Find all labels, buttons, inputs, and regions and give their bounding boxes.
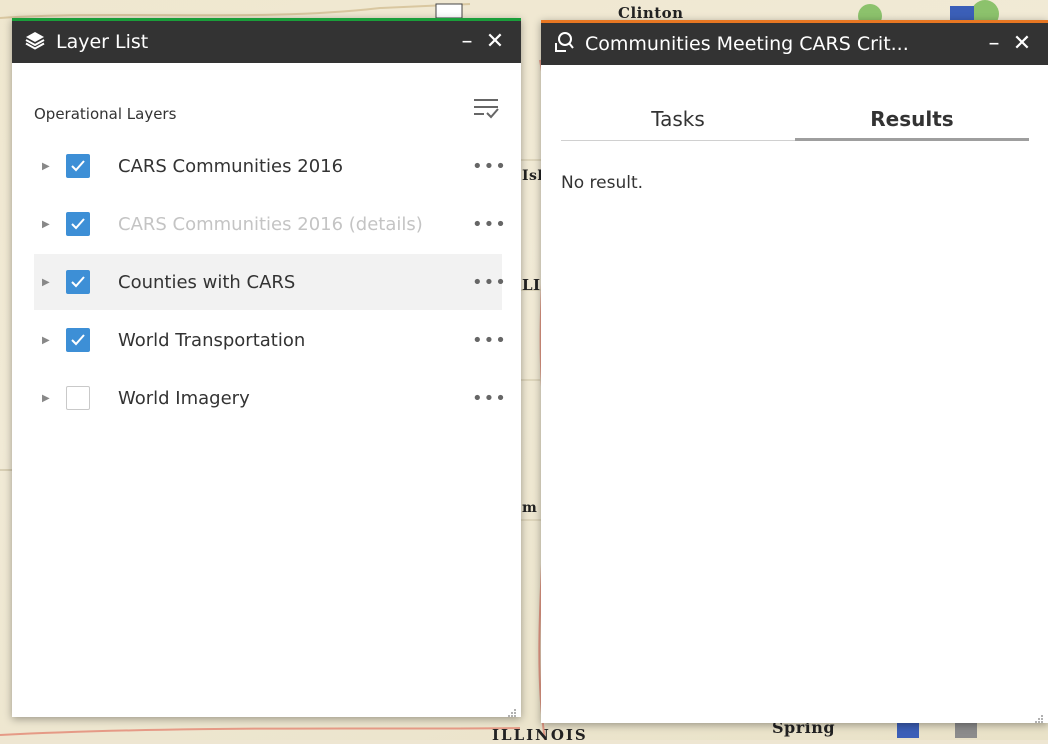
more-options-icon[interactable]: ••• [472, 388, 506, 409]
map-label-m: m [522, 500, 538, 516]
check-icon [71, 334, 85, 346]
layer-list-header[interactable]: Layer List – ✕ [12, 21, 521, 63]
expand-caret-icon[interactable]: ▶ [42, 219, 56, 230]
more-options-icon[interactable]: ••• [472, 272, 506, 293]
more-options-icon[interactable]: ••• [472, 330, 506, 351]
no-result-message: No result. [561, 173, 644, 193]
map-label-illinois: ILLINOIS [492, 726, 588, 744]
layer-checkbox[interactable] [66, 386, 90, 410]
layer-checkbox[interactable] [66, 328, 90, 352]
layer-label: World Transportation [118, 329, 306, 351]
close-button[interactable]: ✕ [1008, 33, 1036, 55]
more-options-icon[interactable]: ••• [472, 156, 506, 177]
query-icon [553, 31, 575, 57]
expand-caret-icon[interactable]: ▶ [42, 393, 56, 404]
check-icon [71, 160, 85, 172]
layer-label: CARS Communities 2016 (details) [118, 213, 423, 235]
layer-row[interactable]: ▶ Counties with CARS ••• [34, 254, 506, 310]
map-label-li: LI [522, 276, 541, 294]
resize-handle-icon[interactable] [507, 703, 517, 717]
minimize-button[interactable]: – [453, 31, 481, 53]
layer-row[interactable]: ▶ CARS Communities 2016 ••• [34, 138, 506, 194]
layer-list-panel: Layer List – ✕ Operational Layers ▶ CARS… [12, 18, 521, 717]
tab-tasks[interactable]: Tasks [561, 99, 795, 141]
query-header[interactable]: Communities Meeting CARS Crit... – ✕ [541, 23, 1048, 65]
layer-list-title: Layer List [56, 31, 149, 53]
check-icon [71, 218, 85, 230]
layers-icon [24, 30, 46, 54]
layer-row[interactable]: ▶ World Imagery ••• [34, 370, 506, 426]
layer-row[interactable]: ▶ World Transportation ••• [34, 312, 506, 368]
layer-label: Counties with CARS [118, 271, 296, 293]
expand-caret-icon[interactable]: ▶ [42, 277, 56, 288]
layer-label: World Imagery [118, 387, 250, 409]
close-button[interactable]: ✕ [481, 31, 509, 53]
layer-label: CARS Communities 2016 [118, 155, 344, 177]
resize-handle-icon[interactable] [1034, 709, 1044, 723]
layer-checkbox[interactable] [66, 154, 90, 178]
layer-row[interactable]: ▶ CARS Communities 2016 (details) ••• [34, 196, 506, 252]
query-panel: Communities Meeting CARS Crit... – ✕ Tas… [541, 20, 1048, 723]
tab-bar: Tasks Results [561, 99, 1029, 141]
expand-caret-icon[interactable]: ▶ [42, 161, 56, 172]
minimize-button[interactable]: – [980, 33, 1008, 55]
query-title: Communities Meeting CARS Crit... [585, 33, 909, 55]
section-title: Operational Layers [34, 105, 177, 123]
filter-list-icon[interactable] [473, 97, 499, 125]
expand-caret-icon[interactable]: ▶ [42, 335, 56, 346]
check-icon [71, 276, 85, 288]
layer-checkbox[interactable] [66, 270, 90, 294]
tab-results[interactable]: Results [795, 99, 1029, 141]
more-options-icon[interactable]: ••• [472, 214, 506, 235]
layer-checkbox[interactable] [66, 212, 90, 236]
